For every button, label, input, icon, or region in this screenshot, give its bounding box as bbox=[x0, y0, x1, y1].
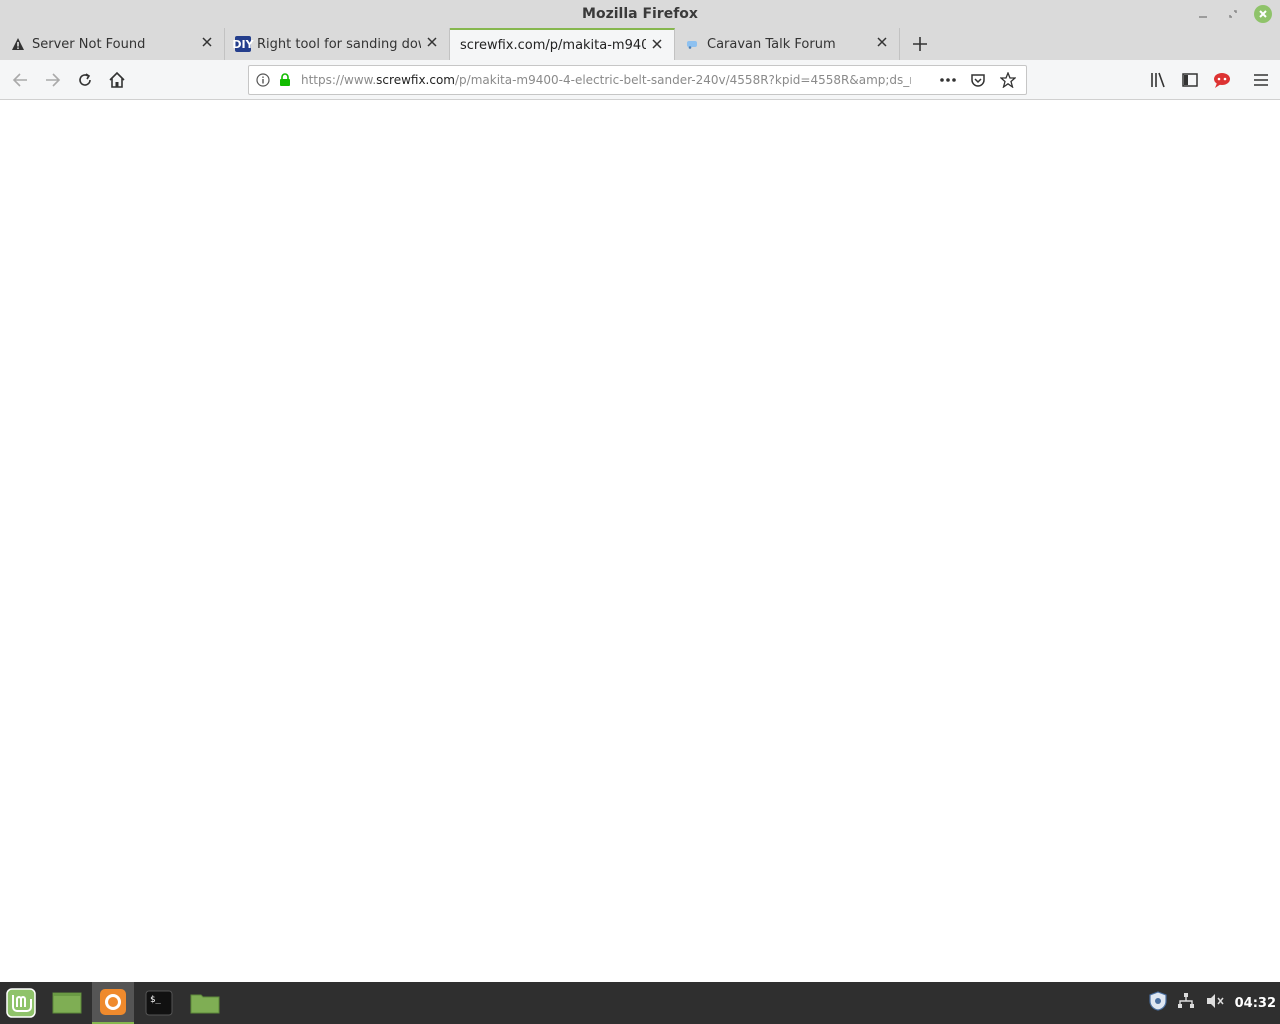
maximize-icon bbox=[1229, 10, 1237, 18]
tab-diy-sanding[interactable]: DIY Right tool for sanding down w bbox=[225, 28, 450, 60]
plus-icon bbox=[913, 37, 927, 51]
system-tray: 04:32 bbox=[1149, 982, 1276, 1024]
firefox-icon bbox=[100, 989, 126, 1015]
home-button[interactable] bbox=[105, 68, 129, 92]
reload-button[interactable] bbox=[73, 68, 97, 92]
tab-close-button[interactable] bbox=[875, 36, 889, 50]
close-icon bbox=[877, 37, 887, 47]
minimize-icon bbox=[1199, 16, 1207, 18]
more-dots-icon bbox=[940, 78, 956, 82]
page-actions-button[interactable] bbox=[938, 70, 958, 90]
taskbar-terminal[interactable]: $_ bbox=[138, 982, 180, 1024]
forward-button[interactable] bbox=[41, 68, 65, 92]
bookmark-star-button[interactable] bbox=[998, 70, 1018, 90]
star-icon bbox=[1000, 72, 1016, 88]
sidebar-button[interactable] bbox=[1178, 68, 1202, 92]
extension-button[interactable] bbox=[1210, 68, 1234, 92]
new-tab-button[interactable] bbox=[900, 28, 940, 60]
page-content[interactable] bbox=[0, 101, 1280, 982]
reload-icon bbox=[79, 73, 91, 86]
window-titlebar: Mozilla Firefox bbox=[0, 0, 1280, 28]
back-arrow-icon bbox=[12, 73, 27, 87]
home-icon bbox=[109, 71, 125, 88]
pocket-icon bbox=[971, 74, 985, 87]
tab-label: Caravan Talk Forum bbox=[707, 36, 836, 52]
close-window-button[interactable] bbox=[1254, 5, 1272, 23]
lock-icon bbox=[277, 73, 293, 87]
taskbar: $_ 04:32 bbox=[0, 982, 1280, 1024]
caravan-favicon bbox=[685, 36, 701, 52]
minimize-button[interactable] bbox=[1194, 5, 1212, 23]
clock[interactable]: 04:32 bbox=[1235, 996, 1276, 1011]
start-menu-button[interactable] bbox=[0, 982, 42, 1024]
tab-close-button[interactable] bbox=[650, 38, 664, 52]
tab-label: screwfix.com/p/makita-m9400-4- bbox=[460, 37, 646, 53]
menu-button[interactable] bbox=[1249, 68, 1273, 92]
library-icon bbox=[1151, 72, 1165, 88]
site-info-icon[interactable] bbox=[249, 73, 277, 87]
tab-label: Right tool for sanding down w bbox=[257, 36, 421, 52]
warning-icon bbox=[10, 36, 26, 52]
forward-arrow-icon bbox=[46, 73, 61, 87]
page-actions bbox=[938, 70, 1018, 90]
navigation-toolbar: https://www.screwfix.com/p/makita-m9400-… bbox=[0, 60, 1280, 100]
close-icon bbox=[427, 37, 437, 47]
show-desktop-button[interactable] bbox=[46, 982, 88, 1024]
close-icon bbox=[202, 37, 212, 47]
maximize-button[interactable] bbox=[1224, 5, 1242, 23]
pocket-button[interactable] bbox=[968, 70, 988, 90]
url-path: /p/makita-m9400-4-electric-belt-sander-2… bbox=[455, 73, 911, 87]
tab-caravan-talk[interactable]: Caravan Talk Forum bbox=[675, 28, 900, 60]
tab-label: Server Not Found bbox=[32, 36, 146, 52]
screen: Mozilla Firefox Server Not Found DIY Rig… bbox=[0, 0, 1280, 1024]
linux-mint-logo-icon bbox=[6, 988, 36, 1018]
terminal-icon: $_ bbox=[145, 990, 173, 1016]
url-host: screwfix.com bbox=[376, 73, 455, 87]
desktop-icon bbox=[52, 992, 82, 1014]
library-button[interactable] bbox=[1146, 68, 1170, 92]
taskbar-firefox[interactable] bbox=[92, 982, 134, 1024]
window-controls bbox=[1194, 5, 1272, 23]
tab-server-not-found[interactable]: Server Not Found bbox=[0, 28, 225, 60]
taskbar-files[interactable] bbox=[184, 982, 226, 1024]
hamburger-menu-icon bbox=[1254, 74, 1268, 86]
terminal-glyph: $_ bbox=[150, 995, 161, 1005]
close-icon bbox=[652, 39, 662, 49]
network-icon[interactable] bbox=[1177, 992, 1195, 1014]
tab-close-button[interactable] bbox=[425, 36, 439, 50]
window-title: Mozilla Firefox bbox=[582, 6, 698, 22]
url-prefix: https://www. bbox=[301, 73, 377, 87]
back-button[interactable] bbox=[8, 68, 32, 92]
tab-close-button[interactable] bbox=[200, 36, 214, 50]
volume-muted-icon[interactable] bbox=[1205, 992, 1225, 1014]
chat-bubble-icon bbox=[1214, 73, 1230, 88]
close-icon bbox=[1259, 10, 1267, 18]
diy-favicon: DIY bbox=[232, 36, 254, 52]
tab-strip: Server Not Found DIY Right tool for sand… bbox=[0, 28, 1280, 60]
address-bar[interactable]: https://www.screwfix.com/p/makita-m9400-… bbox=[248, 65, 1027, 95]
folder-icon bbox=[190, 994, 220, 1014]
url-text[interactable]: https://www.screwfix.com/p/makita-m9400-… bbox=[301, 73, 911, 87]
sidebar-icon bbox=[1182, 73, 1198, 87]
tab-screwfix[interactable]: screwfix.com/p/makita-m9400-4- bbox=[450, 28, 675, 60]
shield-icon[interactable] bbox=[1149, 991, 1167, 1015]
